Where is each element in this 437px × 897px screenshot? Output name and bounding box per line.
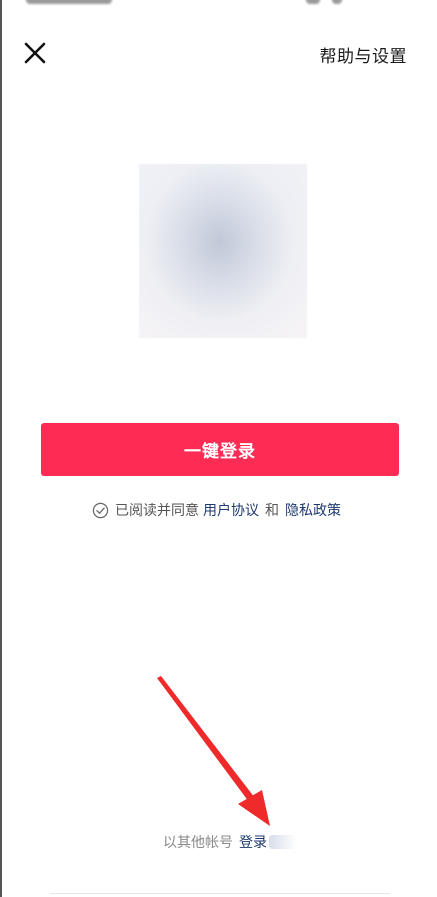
close-button[interactable] xyxy=(18,36,52,70)
user-agreement-link[interactable]: 用户协议 xyxy=(203,500,259,520)
close-icon xyxy=(24,42,46,64)
other-login-link[interactable]: 登录 xyxy=(239,832,267,852)
check-circle-icon[interactable] xyxy=(92,502,109,519)
help-settings-link[interactable]: 帮助与设置 xyxy=(320,42,408,67)
other-account-login-row: 以其他帐号 登录 xyxy=(163,832,297,852)
blurred-text xyxy=(269,835,297,849)
other-login-prefix: 以其他帐号 xyxy=(163,835,233,851)
one-click-login-button[interactable]: 一键登录 xyxy=(41,423,399,476)
bottom-divider xyxy=(50,893,390,894)
agreement-prefix: 已阅读并同意 xyxy=(115,503,199,519)
login-page: 帮助与设置 一键登录 已阅读并同意 用户协议 和 隐私政策 以其他帐号 登录 xyxy=(0,0,437,897)
avatar xyxy=(139,164,307,338)
screen-edge xyxy=(0,0,2,897)
agreement-row: 已阅读并同意 用户协议 和 隐私政策 xyxy=(0,500,437,520)
agreement-and: 和 xyxy=(265,503,279,519)
status-bar-fragment xyxy=(26,0,112,4)
privacy-policy-link[interactable]: 隐私政策 xyxy=(285,500,341,520)
status-bar xyxy=(0,0,437,6)
status-bar-fragment xyxy=(332,0,342,4)
status-bar-fragment xyxy=(306,0,320,4)
